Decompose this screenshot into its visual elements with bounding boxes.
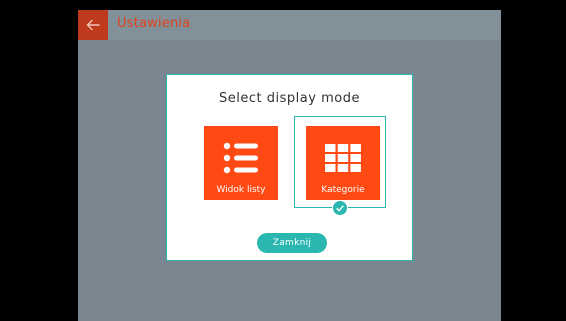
page-title: Ustawienia bbox=[117, 16, 191, 31]
back-button[interactable] bbox=[78, 10, 108, 40]
grid-icon bbox=[306, 134, 380, 182]
checkmark-icon bbox=[332, 200, 348, 216]
option-list-view[interactable]: Widok listy bbox=[204, 126, 278, 200]
list-icon bbox=[204, 134, 278, 182]
top-bar: Ustawienia bbox=[78, 10, 501, 40]
arrow-left-icon bbox=[86, 19, 100, 31]
option-categories[interactable]: Kategorie bbox=[306, 126, 380, 200]
screen: Ustawienia Select display mode Widok lis… bbox=[0, 0, 566, 321]
app-window: Ustawienia Select display mode Widok lis… bbox=[78, 10, 501, 321]
option-label: Widok listy bbox=[216, 185, 266, 195]
close-button[interactable]: Zamknij bbox=[257, 233, 327, 253]
display-mode-dialog: Select display mode Widok listy Kategori… bbox=[166, 74, 413, 261]
dialog-title: Select display mode bbox=[219, 91, 360, 106]
option-label: Kategorie bbox=[321, 185, 365, 195]
